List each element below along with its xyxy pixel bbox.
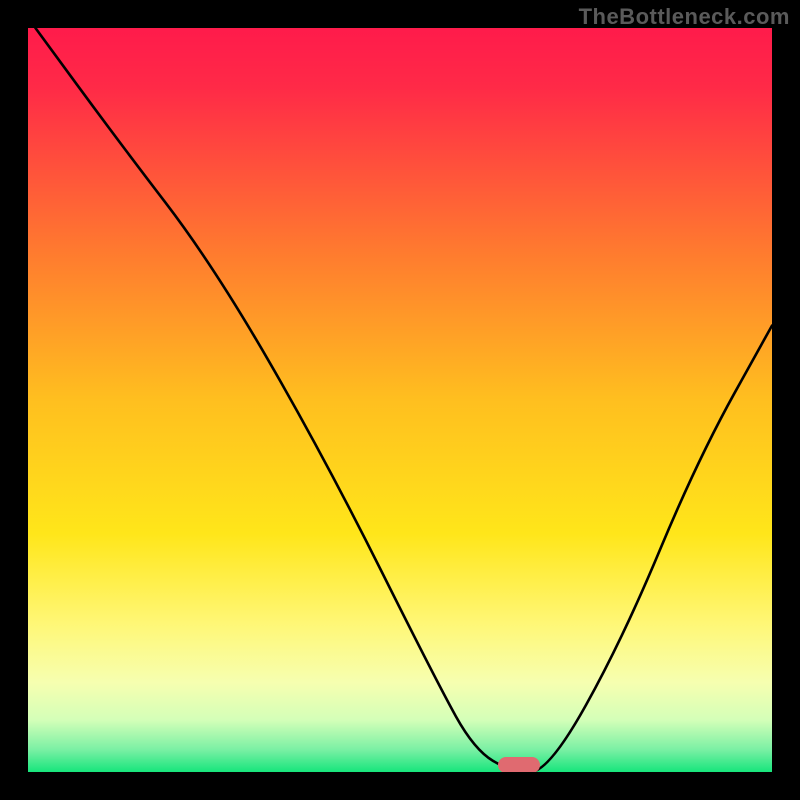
optimal-marker: [498, 757, 540, 772]
bottleneck-curve: [28, 28, 772, 772]
chart-frame: TheBottleneck.com: [0, 0, 800, 800]
watermark-text: TheBottleneck.com: [579, 4, 790, 30]
plot-area: [28, 28, 772, 772]
